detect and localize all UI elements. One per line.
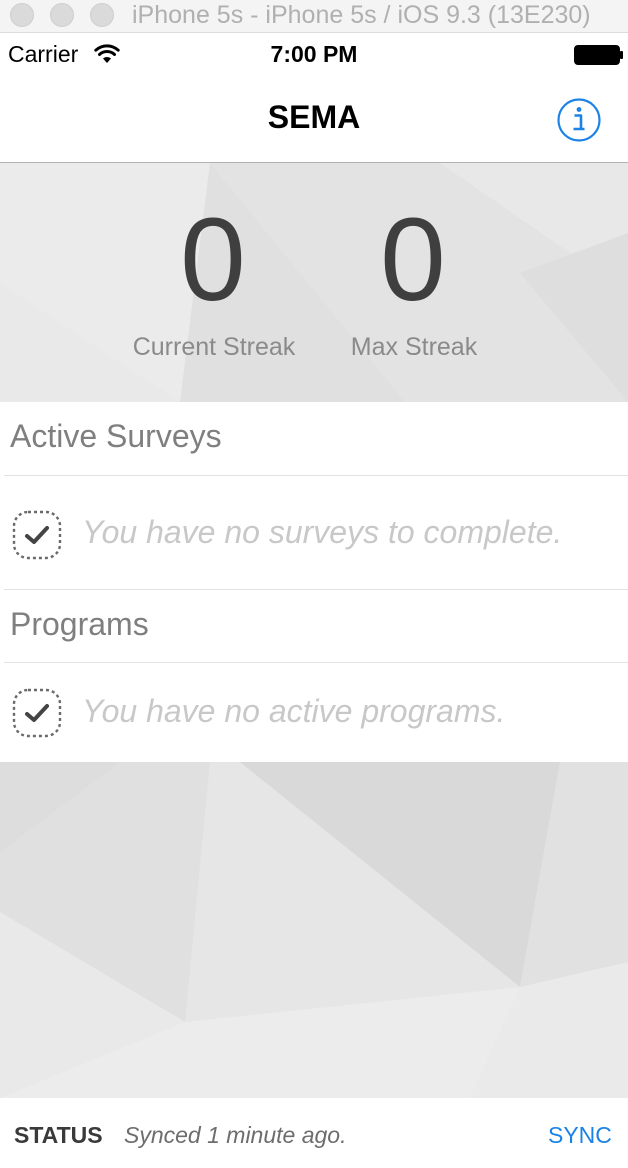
status-bar: Carrier 7:00 PM — [0, 33, 628, 75]
polygon-background — [0, 762, 628, 1098]
current-streak-value: 0 — [180, 194, 246, 326]
section-title-programs: Programs — [10, 606, 149, 642]
current-streak-label: Current Streak — [132, 333, 296, 361]
max-streak-label: Max Streak — [350, 333, 478, 361]
surveys-empty-row: You have no surveys to complete. — [0, 476, 628, 586]
minimize-window-button[interactable] — [50, 3, 74, 27]
section-title-surveys: Active Surveys — [10, 418, 222, 454]
streak-panel: 0 0 Current Streak Max Streak — [0, 163, 628, 402]
info-icon[interactable] — [556, 97, 602, 143]
simulator-title: iPhone 5s - iPhone 5s / iOS 9.3 (13E230) — [132, 1, 591, 29]
dashboard-list: Active Surveys You have no surveys to co… — [0, 402, 628, 762]
programs-empty-text: You have no active programs. — [82, 693, 506, 729]
dashed-check-icon — [12, 688, 62, 738]
simulator-titlebar: iPhone 5s - iPhone 5s / iOS 9.3 (13E230) — [0, 0, 628, 33]
page-title: SEMA — [267, 99, 361, 135]
max-streak-value: 0 — [380, 194, 446, 326]
dashed-check-icon — [12, 510, 62, 560]
navigation-bar: SEMA — [0, 75, 628, 163]
sync-status-text: Synced 1 minute ago. — [124, 1122, 347, 1148]
surveys-empty-text: You have no surveys to complete. — [82, 514, 563, 550]
zoom-window-button[interactable] — [90, 3, 114, 27]
section-header-programs: Programs — [0, 590, 628, 662]
battery-icon — [574, 45, 623, 65]
section-header-surveys: Active Surveys — [0, 402, 628, 474]
sync-status-bar: STATUS Synced 1 minute ago. SYNC — [0, 1098, 628, 1168]
status-time: 7:00 PM — [270, 41, 358, 67]
sync-button[interactable]: SYNC — [548, 1122, 612, 1149]
background-pattern — [0, 762, 628, 1098]
app-window: iPhone 5s - iPhone 5s / iOS 9.3 (13E230)… — [0, 0, 628, 1168]
programs-empty-row: You have no active programs. — [0, 663, 628, 773]
close-window-button[interactable] — [10, 3, 34, 27]
status-label: STATUS — [14, 1122, 103, 1148]
